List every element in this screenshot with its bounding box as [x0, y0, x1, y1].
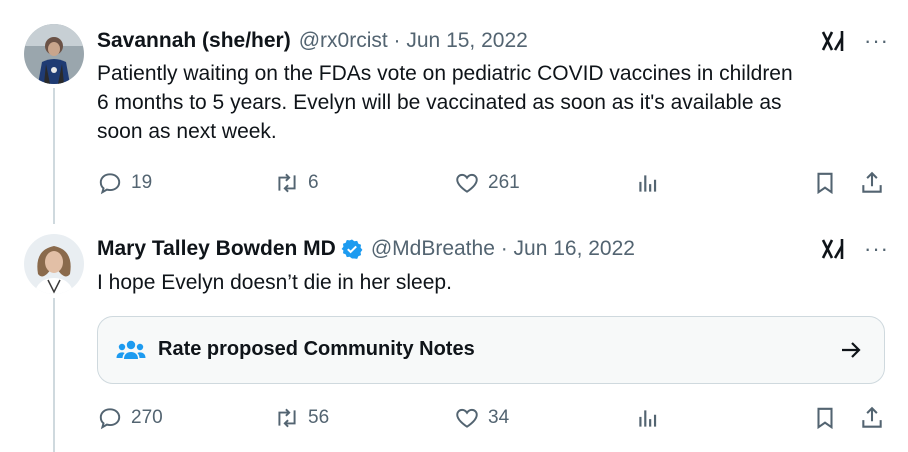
repost-button[interactable]: 56: [274, 403, 329, 433]
like-count: 261: [488, 172, 520, 193]
repost-count: 6: [308, 172, 319, 193]
display-name[interactable]: Savannah (she/her): [97, 28, 291, 54]
views-icon: [639, 410, 657, 427]
community-notes-label: Rate proposed Community Notes: [158, 338, 475, 360]
tweet-2-header: Mary Talley Bowden MD @MdBreathe · Jun 1…: [97, 236, 635, 262]
like-button[interactable]: 34: [454, 403, 509, 433]
tweet-2-actions: 270 56 34: [97, 403, 887, 433]
community-notes-card[interactable]: Rate proposed Community Notes: [97, 316, 885, 384]
tweet-1-text: Patiently waiting on the FDAs vote on pe…: [97, 59, 793, 146]
community-notes-icon: [116, 337, 146, 363]
tweet-text-line: I hope Evelyn doesn’t die in her sleep.: [97, 271, 452, 294]
bookmark-button[interactable]: [812, 168, 838, 198]
bookmark-button[interactable]: [812, 403, 838, 433]
tweet-2-corner-actions: ···: [820, 236, 889, 262]
repost-icon: [278, 173, 296, 193]
handle-and-date[interactable]: @rx0rcist · Jun 15, 2022: [299, 28, 528, 54]
share-icon: [862, 406, 882, 428]
reply-icon: [99, 408, 121, 430]
tweet-text-line: Patiently waiting on the FDAs vote on pe…: [97, 62, 793, 85]
like-button[interactable]: 261: [454, 168, 520, 198]
views-button[interactable]: [635, 403, 661, 433]
tweet-1-corner-actions: ···: [820, 28, 889, 54]
display-name[interactable]: Mary Talley Bowden MD: [97, 236, 336, 262]
handle-and-date[interactable]: @MdBreathe · Jun 16, 2022: [371, 236, 635, 262]
tweet-1-actions: 19 6 261: [97, 168, 887, 198]
thread-line-1: [53, 88, 55, 224]
reply-count: 270: [131, 407, 163, 428]
share-icon: [862, 171, 882, 193]
tweet-text-line: 6 months to 5 years. Evelyn will be vacc…: [97, 91, 782, 114]
views-button[interactable]: [635, 168, 661, 198]
tweet-text-line: soon as next week.: [97, 120, 277, 143]
more-options-icon[interactable]: ···: [864, 30, 889, 52]
avatar[interactable]: [24, 24, 84, 84]
verified-badge-icon: [341, 238, 363, 260]
reply-count: 19: [131, 172, 153, 193]
repost-count: 56: [308, 407, 330, 428]
heart-icon: [456, 173, 478, 193]
more-options-icon[interactable]: ···: [864, 238, 889, 260]
reply-icon: [99, 173, 121, 195]
heart-icon: [456, 408, 478, 428]
grok-icon[interactable]: [820, 28, 846, 54]
thread-line-2: [53, 298, 55, 452]
arrow-right-icon: [838, 336, 864, 364]
tweet-1-header: Savannah (she/her) @rx0rcist · Jun 15, 2…: [97, 28, 528, 54]
repost-icon: [278, 408, 296, 428]
reply-button[interactable]: 270: [97, 403, 163, 433]
tweet-2-text: I hope Evelyn doesn’t die in her sleep.: [97, 268, 452, 297]
avatar[interactable]: [24, 234, 84, 294]
reply-button[interactable]: 19: [97, 168, 152, 198]
share-button[interactable]: [859, 168, 885, 198]
repost-button[interactable]: 6: [274, 168, 319, 198]
bookmark-icon: [817, 407, 833, 430]
views-icon: [639, 175, 657, 192]
share-button[interactable]: [859, 403, 885, 433]
like-count: 34: [488, 407, 510, 428]
bookmark-icon: [817, 172, 833, 195]
grok-icon[interactable]: [820, 236, 846, 262]
